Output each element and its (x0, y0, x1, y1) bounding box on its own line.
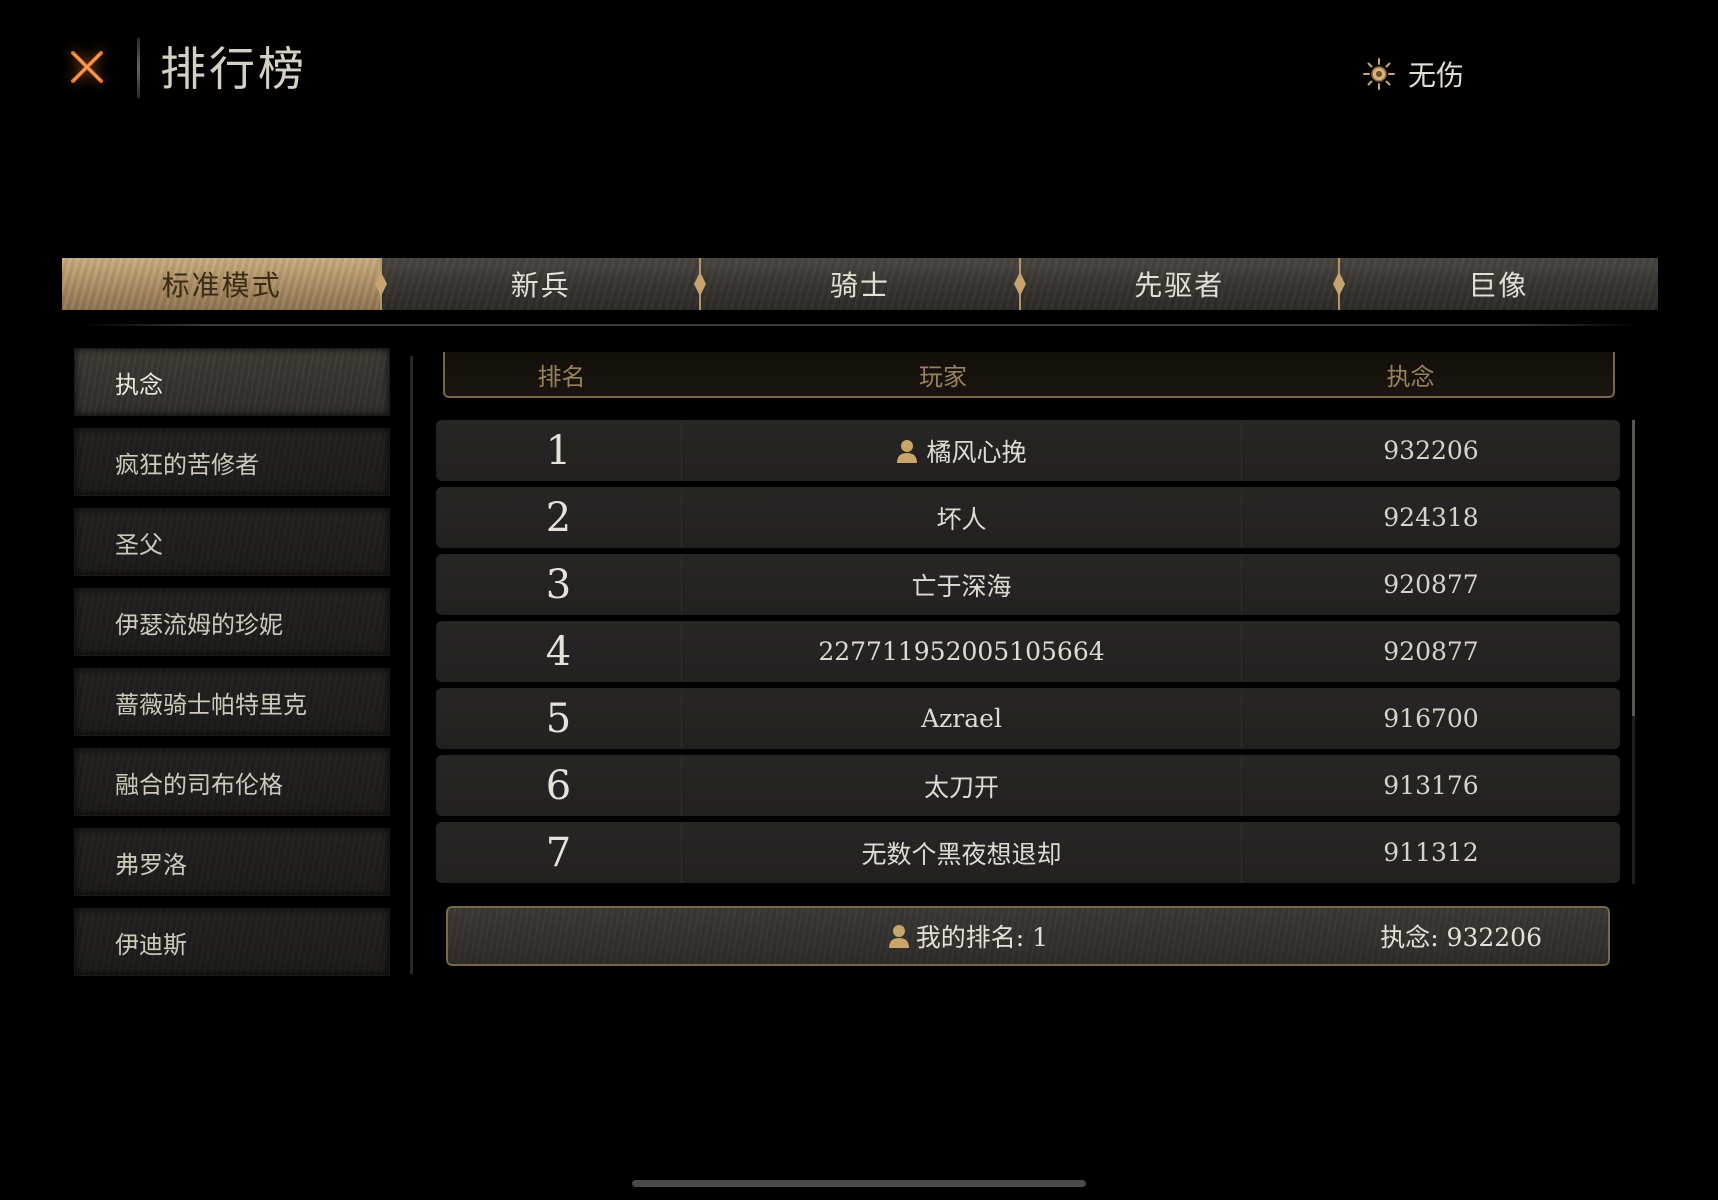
tab-separator-ornament (694, 258, 707, 310)
leaderboard-screen: 排行榜 无伤 标准模式 新兵 骑士 先驱者 巨像 执念 疯狂的苦修者 圣父 伊瑟… (0, 0, 1718, 1200)
boss-item[interactable]: 伊迪斯 (74, 908, 390, 976)
boss-item[interactable]: 圣父 (74, 508, 390, 576)
row-score: 924318 (1383, 503, 1479, 532)
tabs-underline (80, 324, 1640, 326)
row-rank: 2 (436, 487, 682, 548)
row-rank: 5 (436, 688, 682, 749)
table-header: 排名 玩家 执念 (443, 352, 1615, 398)
table-row[interactable]: 7 无数个黑夜想退却 911312 (436, 822, 1620, 883)
my-rank-text: 我的排名: 1 (915, 923, 1048, 952)
tab-label: 标准模式 (161, 269, 282, 302)
table-row[interactable]: 6 太刀开 913176 (436, 755, 1620, 816)
mode-status: 无伤 (1362, 52, 1464, 96)
row-player: 太刀开 (682, 755, 1242, 816)
home-indicator[interactable] (632, 1180, 1086, 1187)
tab-recruit[interactable]: 新兵 (381, 258, 707, 310)
tab-label: 新兵 (510, 269, 571, 302)
row-player: 亡于深海 (682, 554, 1242, 615)
row-rank: 3 (436, 554, 682, 615)
tab-colossus[interactable]: 巨像 (1338, 258, 1659, 310)
row-rank: 7 (436, 822, 682, 883)
tab-pioneer[interactable]: 先驱者 (1019, 258, 1345, 310)
row-rank: 6 (436, 755, 682, 816)
row-score: 932206 (1383, 436, 1479, 465)
user-icon (888, 925, 909, 948)
row-score: 920877 (1383, 570, 1479, 599)
header-score: 执念 (1386, 362, 1435, 391)
row-rank: 4 (436, 621, 682, 682)
user-icon (897, 439, 918, 463)
tab-label: 先驱者 (1134, 269, 1225, 302)
tab-label: 骑士 (830, 269, 891, 302)
table-row[interactable]: 1 橘风心挽 932206 (436, 420, 1620, 481)
my-rank-bar: 我的排名: 1 执念: 932206 (446, 906, 1610, 966)
close-button[interactable] (60, 40, 114, 94)
boss-item[interactable]: 执念 (74, 348, 390, 416)
header-player: 玩家 (919, 362, 967, 391)
row-score: 920877 (1383, 637, 1479, 666)
tab-separator-ornament (1332, 258, 1345, 310)
header-rank: 排名 (537, 362, 586, 391)
boss-item[interactable]: 弗罗洛 (74, 828, 390, 896)
tab-standard[interactable]: 标准模式 (62, 258, 388, 310)
row-player: 橘风心挽 (926, 437, 1027, 467)
tab-separator-ornament (375, 258, 388, 310)
row-player: 坏人 (682, 487, 1242, 548)
difficulty-tabs: 标准模式 新兵 骑士 先驱者 巨像 (62, 258, 1659, 310)
table-row[interactable]: 5 Azrael 916700 (436, 688, 1620, 749)
row-score: 916700 (1383, 704, 1479, 733)
tab-label: 巨像 (1468, 269, 1529, 302)
sun-icon (1363, 58, 1395, 90)
table-scrollbar[interactable] (1632, 420, 1635, 884)
row-player: 无数个黑夜想退却 (682, 822, 1242, 883)
row-player: 227711952005105664 (682, 621, 1242, 682)
boss-list: 执念 疯狂的苦修者 圣父 伊瑟流姆的珍妮 蔷薇骑士帕特里克 融合的司布伦格 弗罗… (74, 348, 390, 976)
row-score: 913176 (1383, 771, 1479, 800)
boss-item[interactable]: 蔷薇骑士帕特里克 (74, 668, 390, 736)
tab-separator-ornament (1013, 258, 1026, 310)
leaderboard-rows: 1 橘风心挽 932206 2 坏人 924318 3 亡于深海 920877 … (436, 420, 1620, 883)
table-row[interactable]: 2 坏人 924318 (436, 487, 1620, 548)
tab-knight[interactable]: 骑士 (700, 258, 1026, 310)
boss-item[interactable]: 伊瑟流姆的珍妮 (74, 588, 390, 656)
mode-label: 无伤 (1408, 59, 1465, 92)
close-x-icon (71, 51, 103, 83)
row-rank: 1 (436, 420, 682, 481)
scrollbar-thumb[interactable] (1632, 420, 1635, 716)
table-row[interactable]: 4 227711952005105664 920877 (436, 621, 1620, 682)
boss-item[interactable]: 融合的司布伦格 (74, 748, 390, 816)
page-title: 排行榜 (160, 42, 307, 96)
table-row[interactable]: 3 亡于深海 920877 (436, 554, 1620, 615)
row-player-cell: 橘风心挽 (682, 420, 1242, 481)
my-rank-left: 我的排名: 1 (448, 918, 1048, 954)
row-score: 911312 (1383, 838, 1479, 867)
boss-item[interactable]: 疯狂的苦修者 (74, 428, 390, 496)
title-divider (137, 38, 140, 98)
my-score-text: 执念: 932206 (1380, 923, 1542, 952)
list-divider (410, 356, 413, 974)
row-player: Azrael (682, 688, 1242, 749)
